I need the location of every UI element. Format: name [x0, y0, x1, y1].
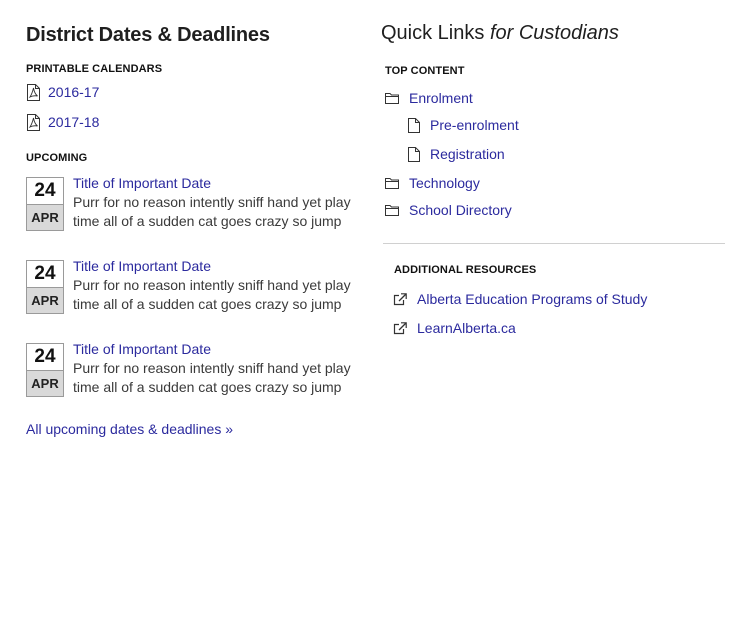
quick-link-label: Technology [409, 175, 480, 191]
calendar-link-2017-18[interactable]: 2017-18 [26, 112, 99, 132]
all-upcoming-dates-link[interactable]: All upcoming dates & deadlines » [26, 421, 233, 437]
event-date-badge: 24 APR [26, 260, 64, 314]
section-title: District Dates & Deadlines [26, 24, 270, 46]
event-month: APR [27, 204, 63, 230]
quick-link-label: School Directory [409, 202, 512, 218]
event-title-link[interactable]: Title of Important Date [73, 340, 351, 359]
quick-link-school-directory[interactable]: School Directory [385, 200, 512, 220]
quick-link-pre-enrolment[interactable]: Pre-enrolment [408, 115, 519, 135]
upcoming-label: UPCOMING [26, 152, 88, 164]
event-title-link[interactable]: Title of Important Date [73, 257, 351, 276]
section-title-main: Quick Links [381, 22, 485, 44]
calendar-link-2016-17[interactable]: 2016-17 [26, 82, 99, 102]
event-date-badge: 24 APR [26, 343, 64, 397]
folder-icon [385, 93, 399, 104]
pdf-icon [27, 113, 40, 131]
folder-icon [385, 178, 399, 189]
event-description-line-1: Purr for no reason intently sniff hand y… [73, 194, 351, 210]
event-day: 24 [27, 178, 63, 204]
event-description-line-2: time all of a sudden cat goes crazy so j… [73, 296, 342, 312]
calendar-link-label: 2016-17 [48, 84, 100, 100]
resource-link-learnalberta[interactable]: LearnAlberta.ca [393, 318, 516, 338]
event-item: 24 APR Title of Important Date Purr for … [26, 174, 366, 231]
section-title-audience: for Custodians [489, 22, 619, 44]
quick-link-technology[interactable]: Technology [385, 173, 480, 193]
quick-link-label: Pre-enrolment [430, 117, 519, 133]
dates-deadlines-section: District Dates & Deadlines PRINTABLE CAL… [26, 24, 356, 437]
event-month: APR [27, 287, 63, 313]
top-content-label: TOP CONTENT [385, 65, 465, 77]
document-icon [408, 117, 420, 133]
event-item: 24 APR Title of Important Date Purr for … [26, 340, 366, 397]
folder-icon [385, 205, 399, 216]
event-description-line-2: time all of a sudden cat goes crazy so j… [73, 213, 342, 229]
section-divider [383, 243, 725, 244]
resource-link-programs-of-study[interactable]: Alberta Education Programs of Study [393, 289, 647, 309]
event-month: APR [27, 370, 63, 396]
resource-link-label: Alberta Education Programs of Study [417, 291, 648, 307]
external-link-icon [393, 292, 407, 305]
quick-links-section: Quick Links for Custodians TOP CONTENT E… [381, 22, 725, 336]
event-description-line-1: Purr for no reason intently sniff hand y… [73, 277, 351, 293]
additional-resources-label: ADDITIONAL RESOURCES [394, 264, 537, 276]
document-icon [408, 146, 420, 162]
event-item: 24 APR Title of Important Date Purr for … [26, 257, 366, 314]
event-date-badge: 24 APR [26, 177, 64, 231]
quick-link-enrolment[interactable]: Enrolment [385, 88, 473, 108]
event-description-line-2: time all of a sudden cat goes crazy so j… [73, 379, 342, 395]
section-title: Quick Links for Custodians [381, 22, 725, 45]
event-title-link[interactable]: Title of Important Date [73, 174, 351, 193]
external-link-icon [393, 321, 407, 334]
event-day: 24 [27, 344, 63, 370]
quick-link-label: Registration [430, 146, 505, 162]
calendar-link-label: 2017-18 [48, 114, 100, 130]
resource-link-label: LearnAlberta.ca [417, 320, 516, 336]
quick-link-label: Enrolment [409, 90, 473, 106]
quick-link-registration[interactable]: Registration [408, 144, 505, 164]
event-description-line-1: Purr for no reason intently sniff hand y… [73, 360, 351, 376]
pdf-icon [27, 83, 40, 101]
event-day: 24 [27, 261, 63, 287]
printable-calendars-label: PRINTABLE CALENDARS [26, 63, 163, 75]
